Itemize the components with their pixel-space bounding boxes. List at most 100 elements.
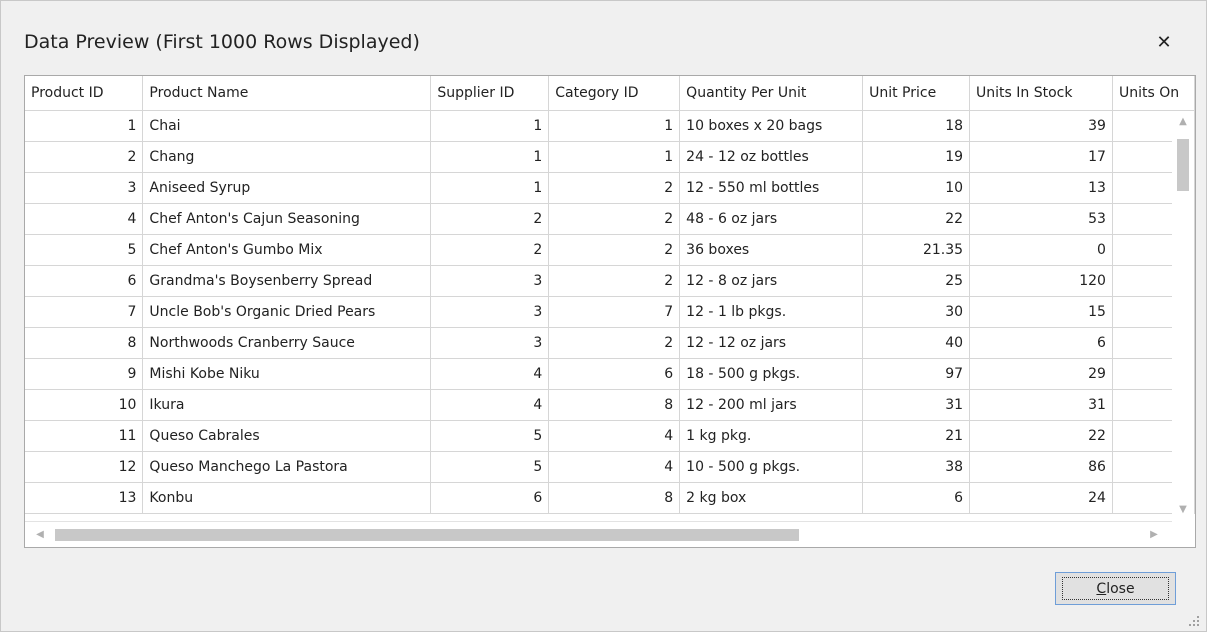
- cell-category-id[interactable]: 2: [548, 234, 681, 266]
- column-header-supplier-id[interactable]: Supplier ID: [430, 76, 550, 111]
- resize-grip-icon[interactable]: [1186, 613, 1200, 627]
- cell-units-in-stock[interactable]: 53: [969, 203, 1113, 235]
- cell-unit-price[interactable]: 10: [862, 172, 971, 204]
- cell-units-in-stock[interactable]: 17: [969, 141, 1113, 173]
- cell-supplier-id[interactable]: 1: [430, 110, 550, 142]
- chevron-right-icon[interactable]: ▶: [1143, 522, 1165, 547]
- cell-units-in-stock[interactable]: 29: [969, 358, 1113, 390]
- close-icon[interactable]: ✕: [1151, 30, 1177, 56]
- cell-unit-price[interactable]: 25: [862, 265, 971, 297]
- cell-units-in-stock[interactable]: 0: [969, 234, 1113, 266]
- cell-category-id[interactable]: 4: [548, 451, 681, 483]
- column-header-unit-price[interactable]: Unit Price: [862, 76, 971, 111]
- column-header-units-in-stock[interactable]: Units In Stock: [969, 76, 1113, 111]
- cell-quantity-per-unit[interactable]: 36 boxes: [679, 234, 864, 266]
- cell-product-id[interactable]: 11: [25, 420, 144, 452]
- cell-product-name[interactable]: Queso Cabrales: [142, 420, 432, 452]
- cell-product-name[interactable]: Konbu: [142, 482, 432, 514]
- cell-units-in-stock[interactable]: 24: [969, 482, 1113, 514]
- cell-quantity-per-unit[interactable]: 48 - 6 oz jars: [679, 203, 864, 235]
- cell-units-in-stock[interactable]: 86: [969, 451, 1113, 483]
- column-header-category-id[interactable]: Category ID: [548, 76, 681, 111]
- table-row[interactable]: 7 Uncle Bob's Organic Dried Pears 3 7 12 - 1…: [25, 296, 1195, 328]
- table-row[interactable]: 1 Chai 1 1 10 boxes x 20 bags 18 39: [25, 110, 1195, 142]
- cell-supplier-id[interactable]: 6: [430, 482, 550, 514]
- table-row[interactable]: 11 Queso Cabrales 5 4 1 kg pkg. 21 22: [25, 420, 1195, 452]
- horizontal-scrollbar[interactable]: ◀ ▶: [25, 521, 1194, 547]
- cell-product-name[interactable]: Aniseed Syrup: [142, 172, 432, 204]
- table-row[interactable]: 4 Chef Anton's Cajun Seasoning 2 2 48 - 6 oz…: [25, 203, 1195, 235]
- table-row[interactable]: 10 Ikura 4 8 12 - 200 ml jars 31 31: [25, 389, 1195, 421]
- cell-category-id[interactable]: 7: [548, 296, 681, 328]
- cell-quantity-per-unit[interactable]: 1 kg pkg.: [679, 420, 864, 452]
- cell-unit-price[interactable]: 97: [862, 358, 971, 390]
- cell-quantity-per-unit[interactable]: 12 - 550 ml bottles: [679, 172, 864, 204]
- cell-product-id[interactable]: 12: [25, 451, 144, 483]
- table-row[interactable]: 6 Grandma's Boysenberry Spread 3 2 12 - 8 oz…: [25, 265, 1195, 297]
- cell-supplier-id[interactable]: 1: [430, 141, 550, 173]
- cell-supplier-id[interactable]: 5: [430, 420, 550, 452]
- cell-product-id[interactable]: 2: [25, 141, 144, 173]
- cell-quantity-per-unit[interactable]: 12 - 200 ml jars: [679, 389, 864, 421]
- cell-product-id[interactable]: 1: [25, 110, 144, 142]
- cell-product-id[interactable]: 8: [25, 327, 144, 359]
- column-header-quantity-per-unit[interactable]: Quantity Per Unit: [679, 76, 864, 111]
- cell-category-id[interactable]: 2: [548, 327, 681, 359]
- cell-supplier-id[interactable]: 5: [430, 451, 550, 483]
- cell-supplier-id[interactable]: 3: [430, 296, 550, 328]
- cell-category-id[interactable]: 2: [548, 203, 681, 235]
- table-row[interactable]: 8 Northwoods Cranberry Sauce 3 2 12 - 12 oz …: [25, 327, 1195, 359]
- cell-unit-price[interactable]: 40: [862, 327, 971, 359]
- cell-product-id[interactable]: 13: [25, 482, 144, 514]
- cell-product-name[interactable]: Chai: [142, 110, 432, 142]
- cell-category-id[interactable]: 4: [548, 420, 681, 452]
- table-row[interactable]: 12 Queso Manchego La Pastora 5 4 10 - 500 g …: [25, 451, 1195, 483]
- cell-quantity-per-unit[interactable]: 12 - 8 oz jars: [679, 265, 864, 297]
- cell-product-id[interactable]: 9: [25, 358, 144, 390]
- cell-category-id[interactable]: 2: [548, 172, 681, 204]
- cell-product-name[interactable]: Grandma's Boysenberry Spread: [142, 265, 432, 297]
- cell-product-id[interactable]: 10: [25, 389, 144, 421]
- chevron-down-icon[interactable]: ▼: [1172, 499, 1194, 521]
- cell-supplier-id[interactable]: 2: [430, 203, 550, 235]
- column-header-units-on-order[interactable]: Units On: [1112, 76, 1195, 111]
- cell-supplier-id[interactable]: 1: [430, 172, 550, 204]
- cell-quantity-per-unit[interactable]: 18 - 500 g pkgs.: [679, 358, 864, 390]
- cell-quantity-per-unit[interactable]: 12 - 1 lb pkgs.: [679, 296, 864, 328]
- cell-product-name[interactable]: Chef Anton's Gumbo Mix: [142, 234, 432, 266]
- cell-product-name[interactable]: Northwoods Cranberry Sauce: [142, 327, 432, 359]
- cell-product-name[interactable]: Queso Manchego La Pastora: [142, 451, 432, 483]
- cell-unit-price[interactable]: 18: [862, 110, 971, 142]
- cell-quantity-per-unit[interactable]: 2 kg box: [679, 482, 864, 514]
- cell-units-in-stock[interactable]: 6: [969, 327, 1113, 359]
- horizontal-scroll-thumb[interactable]: [55, 529, 799, 541]
- cell-product-id[interactable]: 3: [25, 172, 144, 204]
- cell-category-id[interactable]: 8: [548, 482, 681, 514]
- cell-product-name[interactable]: Chang: [142, 141, 432, 173]
- column-header-product-id[interactable]: Product ID: [25, 76, 144, 111]
- table-row[interactable]: 5 Chef Anton's Gumbo Mix 2 2 36 boxes 21.35 0: [25, 234, 1195, 266]
- cell-unit-price[interactable]: 21.35: [862, 234, 971, 266]
- cell-quantity-per-unit[interactable]: 10 - 500 g pkgs.: [679, 451, 864, 483]
- cell-supplier-id[interactable]: 3: [430, 327, 550, 359]
- cell-product-name[interactable]: Ikura: [142, 389, 432, 421]
- cell-product-id[interactable]: 7: [25, 296, 144, 328]
- cell-product-name[interactable]: Mishi Kobe Niku: [142, 358, 432, 390]
- cell-unit-price[interactable]: 19: [862, 141, 971, 173]
- cell-units-in-stock[interactable]: 13: [969, 172, 1113, 204]
- chevron-up-icon[interactable]: ▲: [1172, 111, 1194, 133]
- cell-units-in-stock[interactable]: 120: [969, 265, 1113, 297]
- cell-category-id[interactable]: 8: [548, 389, 681, 421]
- cell-quantity-per-unit[interactable]: 24 - 12 oz bottles: [679, 141, 864, 173]
- table-row[interactable]: 13 Konbu 6 8 2 kg box 6 24: [25, 482, 1195, 514]
- chevron-left-icon[interactable]: ◀: [29, 522, 51, 547]
- column-header-product-name[interactable]: Product Name: [142, 76, 432, 111]
- cell-unit-price[interactable]: 6: [862, 482, 971, 514]
- cell-supplier-id[interactable]: 4: [430, 389, 550, 421]
- cell-quantity-per-unit[interactable]: 10 boxes x 20 bags: [679, 110, 864, 142]
- vertical-scrollbar[interactable]: ▲ ▼: [1172, 111, 1194, 521]
- table-row[interactable]: 9 Mishi Kobe Niku 4 6 18 - 500 g pkgs. 97 29: [25, 358, 1195, 390]
- cell-units-in-stock[interactable]: 15: [969, 296, 1113, 328]
- cell-quantity-per-unit[interactable]: 12 - 12 oz jars: [679, 327, 864, 359]
- close-button[interactable]: Close: [1055, 572, 1176, 605]
